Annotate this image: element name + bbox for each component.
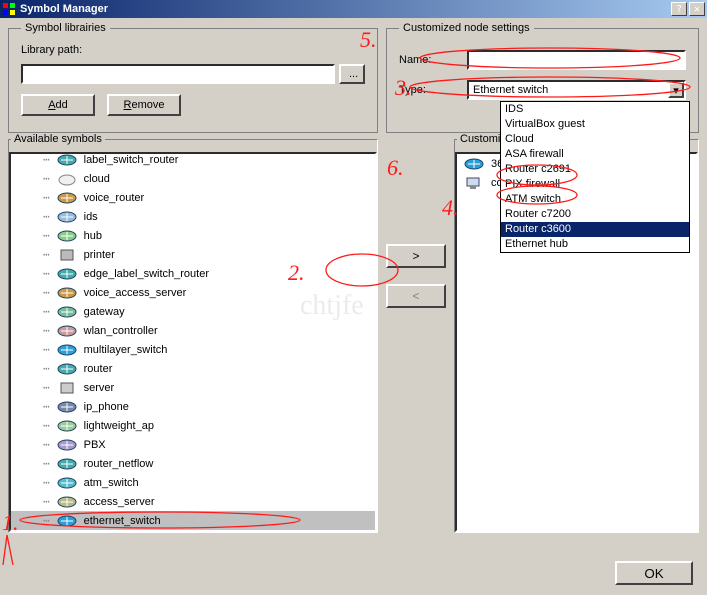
list-item[interactable]: ⋯multilayer_switch xyxy=(11,340,375,359)
ids-icon xyxy=(56,209,78,225)
move-left-button[interactable]: < xyxy=(386,284,446,308)
chevron-down-icon[interactable]: ▾ xyxy=(668,82,684,98)
help-button[interactable]: ? xyxy=(671,2,687,16)
list-item-label: ip_phone xyxy=(84,401,129,413)
library-path-label: Library path: xyxy=(21,44,365,56)
ok-button[interactable]: OK xyxy=(615,561,693,585)
atm-icon xyxy=(56,475,78,491)
voice-icon xyxy=(56,285,78,301)
available-symbols-group: Available symbols ⋯label_switch_router⋯c… xyxy=(8,139,378,533)
list-item-label: ids xyxy=(84,211,98,223)
type-label: Type: xyxy=(399,84,459,96)
dropdown-option[interactable]: ASA firewall xyxy=(501,147,689,162)
access-icon xyxy=(56,494,78,510)
available-symbols-legend: Available symbols xyxy=(11,133,105,145)
switch-icon xyxy=(463,156,485,172)
computer-icon xyxy=(463,175,485,191)
window-title: Symbol Manager xyxy=(20,3,669,15)
name-input[interactable] xyxy=(467,50,686,70)
ap-icon xyxy=(56,418,78,434)
list-item[interactable]: ⋯router xyxy=(11,359,375,378)
list-item-label: label_switch_router xyxy=(84,154,179,166)
list-item-label: router xyxy=(84,363,113,375)
list-item[interactable]: ⋯gateway xyxy=(11,302,375,321)
cloud-icon xyxy=(56,171,78,187)
list-item-label: voice_router xyxy=(84,192,145,204)
list-item-label: PBX xyxy=(84,439,106,451)
move-right-button[interactable]: > xyxy=(386,244,446,268)
list-item[interactable]: ⋯access_server xyxy=(11,492,375,511)
close-button[interactable]: ✕ xyxy=(689,2,705,16)
list-item[interactable]: ⋯PBX xyxy=(11,435,375,454)
type-value: Ethernet switch xyxy=(473,84,548,96)
list-item-label: lightweight_ap xyxy=(84,420,154,432)
list-item[interactable]: ⋯hub xyxy=(11,226,375,245)
list-item-label: wlan_controller xyxy=(84,325,158,337)
available-symbols-list[interactable]: ⋯label_switch_router⋯cloud⋯voice_router⋯… xyxy=(9,152,377,532)
list-item[interactable]: ⋯cloud xyxy=(11,169,375,188)
remove-button[interactable]: Remove xyxy=(107,94,181,116)
list-item-label: hub xyxy=(84,230,102,242)
phone-icon xyxy=(56,399,78,415)
server-icon xyxy=(56,380,78,396)
list-item[interactable]: ⋯router_netflow xyxy=(11,454,375,473)
dropdown-option[interactable]: Router c3600 xyxy=(501,222,689,237)
list-item[interactable]: ⋯wlan_controller xyxy=(11,321,375,340)
titlebar: Symbol Manager ? ✕ xyxy=(0,0,707,18)
printer-icon xyxy=(56,247,78,263)
list-item[interactable]: ⋯lightweight_ap xyxy=(11,416,375,435)
list-item[interactable]: ⋯label_switch_router xyxy=(11,152,375,169)
browse-button[interactable]: ... xyxy=(339,64,365,84)
list-item-label: server xyxy=(84,382,115,394)
dropdown-option[interactable]: Ethernet hub xyxy=(501,237,689,252)
dropdown-option[interactable]: IDS xyxy=(501,102,689,117)
type-combobox[interactable]: Ethernet switch ▾ xyxy=(467,80,686,100)
switch-icon xyxy=(56,342,78,358)
list-item-label: atm_switch xyxy=(84,477,139,489)
list-item[interactable]: ⋯ip_phone xyxy=(11,397,375,416)
router-icon xyxy=(56,361,78,377)
voice-icon xyxy=(56,190,78,206)
list-item-label: gateway xyxy=(84,306,125,318)
customized-settings-legend: Customized node settings xyxy=(399,22,534,34)
list-item-label: multilayer_switch xyxy=(84,344,168,356)
dropdown-option[interactable]: VirtualBox guest xyxy=(501,117,689,132)
type-dropdown[interactable]: IDSVirtualBox guestCloudASA firewallRout… xyxy=(500,101,690,253)
list-item[interactable]: ⋯ethernet_switch xyxy=(11,511,375,530)
list-item-label: cloud xyxy=(84,173,110,185)
symbol-libraries-group: Symbol librairies Library path: ... AAdd… xyxy=(8,22,378,133)
dropdown-option[interactable]: Router c7200 xyxy=(501,207,689,222)
switch-icon xyxy=(56,513,78,529)
list-item[interactable]: ⋯server xyxy=(11,378,375,397)
library-path-input[interactable] xyxy=(21,64,335,84)
dropdown-option[interactable]: PIX firewall xyxy=(501,177,689,192)
list-item[interactable]: ⋯voice_access_server xyxy=(11,283,375,302)
router-icon xyxy=(56,152,78,168)
router-icon xyxy=(56,266,78,282)
list-item-label: access_server xyxy=(84,496,155,508)
hub-icon xyxy=(56,228,78,244)
router-icon xyxy=(56,456,78,472)
list-item[interactable]: ⋯printer xyxy=(11,245,375,264)
list-item-label: printer xyxy=(84,249,115,261)
list-item-label: edge_label_switch_router xyxy=(84,268,209,280)
dropdown-option[interactable]: ATM switch xyxy=(501,192,689,207)
list-item-label: router_netflow xyxy=(84,458,154,470)
symbol-libraries-legend: Symbol librairies xyxy=(21,22,110,34)
list-item[interactable]: ⋯voice_router xyxy=(11,188,375,207)
name-label: Name: xyxy=(399,54,459,66)
list-item-label: ethernet_switch xyxy=(84,515,161,527)
wlan-icon xyxy=(56,323,78,339)
dropdown-option[interactable]: Cloud xyxy=(501,132,689,147)
list-item[interactable]: ⋯edge_label_switch_router xyxy=(11,264,375,283)
list-item[interactable]: ⋯ids xyxy=(11,207,375,226)
gateway-icon xyxy=(56,304,78,320)
add-button[interactable]: AAdddd xyxy=(21,94,95,116)
app-icon xyxy=(2,2,16,16)
list-item[interactable]: ⋯atm_switch xyxy=(11,473,375,492)
pbx-icon xyxy=(56,437,78,453)
list-item-label: voice_access_server xyxy=(84,287,187,299)
dropdown-option[interactable]: Router c2691 xyxy=(501,162,689,177)
